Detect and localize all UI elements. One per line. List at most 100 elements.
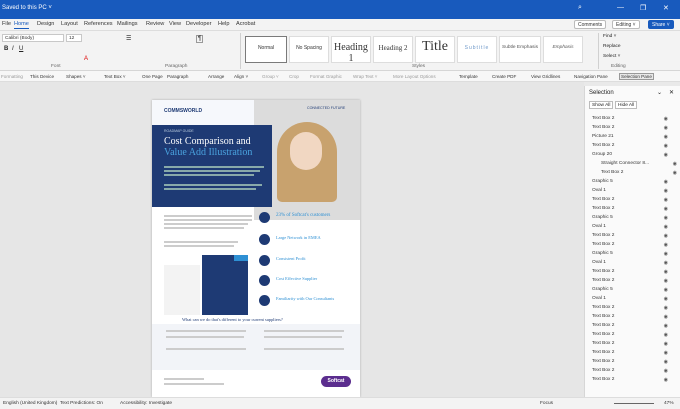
visibility-eye-icon[interactable]: ◉: [664, 206, 668, 212]
selection-item[interactable]: Picture 21 ◉: [592, 134, 676, 143]
selection-item[interactable]: Text Box 2 ◉: [592, 359, 676, 368]
selection-item[interactable]: Text Box 2 ◉: [592, 269, 676, 278]
tab-home[interactable]: Home: [14, 21, 29, 29]
tab-design[interactable]: Design: [37, 21, 54, 27]
style-no-spacing[interactable]: No Spacing: [289, 36, 329, 63]
toolbar-more-layout[interactable]: More Layout Options: [393, 74, 436, 79]
tab-mailings[interactable]: Mailings: [117, 21, 138, 27]
italic-icon[interactable]: I: [12, 46, 14, 52]
visibility-eye-icon[interactable]: ◉: [664, 278, 668, 284]
selection-item[interactable]: Text Box 2 ◉: [592, 197, 676, 206]
toolbar-paragraph[interactable]: Paragraph: [167, 74, 188, 79]
style-heading-1[interactable]: Heading 1: [331, 36, 371, 64]
selection-item[interactable]: Text Box 2 ◉: [592, 143, 676, 152]
tab-acrobat[interactable]: Acrobat: [236, 21, 255, 27]
focus-button[interactable]: Focus: [540, 401, 553, 406]
font-family-select[interactable]: Calibri (Body): [2, 34, 64, 42]
tab-review[interactable]: Review: [146, 21, 164, 27]
close-icon[interactable]: ✕: [663, 4, 669, 12]
tab-view[interactable]: View: [169, 21, 181, 27]
selection-item[interactable]: Text Box 2 ◉: [592, 125, 676, 134]
visibility-eye-icon[interactable]: ◉: [664, 368, 668, 374]
visibility-eye-icon[interactable]: ◉: [664, 233, 668, 239]
find-button[interactable]: Find ˅: [603, 34, 616, 39]
selection-item[interactable]: Text Box 2 ◉: [592, 323, 676, 332]
toolbar-align[interactable]: Align ˅: [234, 74, 248, 79]
selection-item[interactable]: Oval 1 ◉: [592, 224, 676, 233]
tab-references[interactable]: References: [84, 21, 113, 27]
toolbar-create-pdf[interactable]: Create PDF: [492, 74, 516, 79]
font-color-icon[interactable]: A: [84, 56, 88, 62]
selection-item[interactable]: Graphic 5 ◉: [592, 215, 676, 224]
visibility-eye-icon[interactable]: ◉: [664, 242, 668, 248]
toolbar-wrap-text[interactable]: Wrap Text ˅: [353, 74, 377, 79]
accessibility-status[interactable]: Accessibility: Investigate: [120, 401, 172, 406]
visibility-eye-icon[interactable]: ◉: [664, 377, 668, 383]
visibility-eye-icon[interactable]: ◉: [664, 269, 668, 275]
zoom-slider[interactable]: [614, 403, 654, 404]
minimize-icon[interactable]: —: [617, 4, 624, 11]
visibility-eye-icon[interactable]: ◉: [664, 350, 668, 356]
visibility-eye-icon[interactable]: ◉: [664, 152, 668, 158]
selection-item[interactable]: Group 20 ◉: [592, 152, 676, 161]
visibility-eye-icon[interactable]: ◉: [664, 125, 668, 131]
replace-button[interactable]: Replace: [603, 44, 621, 49]
show-all-button[interactable]: Show All: [589, 101, 614, 109]
selection-item[interactable]: Text Box 2 ◉: [592, 314, 676, 323]
visibility-eye-icon[interactable]: ◉: [664, 143, 668, 149]
visibility-eye-icon[interactable]: ◉: [664, 179, 668, 185]
toolbar-crop[interactable]: Crop: [289, 74, 299, 79]
select-button[interactable]: Select ˅: [603, 54, 620, 59]
tab-layout[interactable]: Layout: [61, 21, 78, 27]
selection-item[interactable]: Oval 1 ◉: [592, 260, 676, 269]
visibility-eye-icon[interactable]: ◉: [673, 161, 677, 167]
share-button[interactable]: Share ˅: [648, 20, 674, 29]
style-normal[interactable]: Normal: [245, 36, 287, 63]
selection-item[interactable]: Text Box 2 ◉: [592, 206, 676, 215]
style-title[interactable]: Title: [415, 36, 455, 63]
selection-item[interactable]: Text Box 2 ◉: [592, 341, 676, 350]
chevron-down-icon[interactable]: ⌄: [657, 89, 662, 96]
visibility-eye-icon[interactable]: ◉: [664, 251, 668, 257]
visibility-eye-icon[interactable]: ◉: [664, 314, 668, 320]
font-size-select[interactable]: 12: [66, 34, 82, 42]
selection-item[interactable]: Graphic 5 ◉: [592, 251, 676, 260]
tab-help[interactable]: Help: [218, 21, 230, 27]
language-status[interactable]: English (United Kingdom): [3, 401, 57, 406]
visibility-eye-icon[interactable]: ◉: [664, 197, 668, 203]
search-icon[interactable]: ⌕: [578, 4, 582, 12]
visibility-eye-icon[interactable]: ◉: [664, 305, 668, 311]
selection-item[interactable]: Graphic 5 ◉: [592, 287, 676, 296]
document-canvas[interactable]: COMMSWORLD CONNECTED FUTURE ROADMAP GUID…: [0, 82, 584, 397]
selection-item[interactable]: Text Box 2 ◉: [592, 305, 676, 314]
visibility-eye-icon[interactable]: ◉: [664, 224, 668, 230]
selection-item[interactable]: Text Box 2 ◉: [592, 350, 676, 359]
visibility-eye-icon[interactable]: ◉: [664, 287, 668, 293]
hide-all-button[interactable]: Hide All: [615, 101, 638, 109]
text-predictions-status[interactable]: Text Predictions: On: [60, 401, 103, 406]
selection-item[interactable]: Text Box 2 ◉: [592, 332, 676, 341]
document-page[interactable]: COMMSWORLD CONNECTED FUTURE ROADMAP GUID…: [152, 100, 360, 397]
show-marks-icon[interactable]: ¶: [196, 35, 204, 43]
bullets-icon[interactable]: ☰: [126, 35, 131, 42]
toolbar-format-graphic[interactable]: Format Graphic: [310, 74, 342, 79]
visibility-eye-icon[interactable]: ◉: [664, 296, 668, 302]
toolbar-one-page[interactable]: One Page: [142, 74, 163, 79]
selection-item[interactable]: Text Box 2 ◉: [592, 377, 676, 386]
comments-button[interactable]: Comments: [574, 20, 607, 29]
visibility-eye-icon[interactable]: ◉: [664, 188, 668, 194]
style-emphasis[interactable]: Emphasis: [543, 36, 583, 63]
visibility-eye-icon[interactable]: ◉: [664, 341, 668, 347]
style-subtle-emphasis[interactable]: Subtle Emphasis: [499, 36, 541, 63]
style-heading-2[interactable]: Heading 2: [373, 36, 413, 63]
visibility-eye-icon[interactable]: ◉: [664, 215, 668, 221]
toolbar-group[interactable]: Group ˅: [262, 74, 279, 79]
toolbar-arrange[interactable]: Arrange: [208, 74, 224, 79]
maximize-icon[interactable]: ❐: [640, 4, 646, 12]
bold-icon[interactable]: B: [4, 46, 8, 52]
selection-item[interactable]: Graphic 5 ◉: [592, 179, 676, 188]
selection-item[interactable]: Text Box 2 ◉: [601, 170, 680, 179]
selection-item[interactable]: Text Box 2 ◉: [592, 278, 676, 287]
style-subtitle[interactable]: Subtitle: [457, 36, 497, 63]
toolbar-selection-pane[interactable]: Selection Pane: [619, 73, 654, 80]
